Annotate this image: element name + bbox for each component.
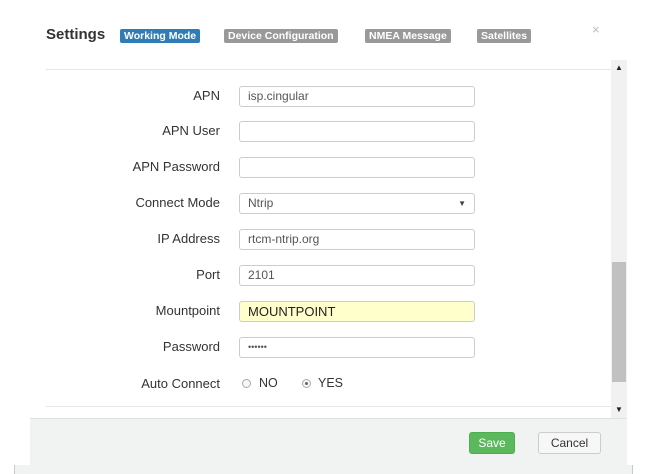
ip-address-label: IP Address <box>157 231 220 246</box>
port-label: Port <box>196 267 220 282</box>
tab-working-mode[interactable]: Working Mode <box>120 29 201 43</box>
ip-address-input[interactable]: rtcm-ntrip.org <box>239 229 475 250</box>
auto-connect-no-label: NO <box>259 376 278 390</box>
password-input[interactable]: •••••• <box>239 337 475 358</box>
save-button[interactable]: Save <box>469 432 515 454</box>
settings-form: APN isp.cingular APN User APN Password C… <box>46 60 611 418</box>
divider <box>46 406 611 407</box>
tab-satellites[interactable]: Satellites <box>477 29 532 43</box>
auto-connect-label: Auto Connect <box>141 376 220 391</box>
dialog-title: Settings <box>46 26 106 43</box>
tab-nmea-message[interactable]: NMEA Message <box>365 29 451 43</box>
close-icon[interactable]: × <box>592 22 600 37</box>
mountpoint-input[interactable]: MOUNTPOINT <box>239 301 475 322</box>
scrollbar[interactable]: ▲ ▼ <box>611 60 627 418</box>
dialog-header: Settings Working Mode Device Configurati… <box>14 0 633 60</box>
apn-user-input[interactable] <box>239 121 475 142</box>
apn-user-label: APN User <box>162 123 220 138</box>
tab-device-configuration[interactable]: Device Configuration <box>224 29 338 43</box>
connect-mode-label: Connect Mode <box>135 195 220 210</box>
apn-password-input[interactable] <box>239 157 475 178</box>
dialog-footer: Save Cancel <box>30 418 627 466</box>
divider <box>46 69 611 70</box>
apn-input[interactable]: isp.cingular <box>239 86 475 107</box>
apn-password-label: APN Password <box>132 159 220 174</box>
connect-mode-value: Ntrip <box>248 196 274 210</box>
auto-connect-yes-label: YES <box>318 376 344 390</box>
mountpoint-label: Mountpoint <box>155 303 220 318</box>
scrollbar-thumb[interactable] <box>612 262 626 382</box>
scroll-up-icon[interactable]: ▲ <box>611 60 627 76</box>
cancel-button[interactable]: Cancel <box>538 432 601 454</box>
settings-dialog: Settings Working Mode Device Configurati… <box>14 0 633 466</box>
auto-connect-no-radio[interactable] <box>242 379 251 388</box>
scroll-down-icon[interactable]: ▼ <box>611 402 627 418</box>
chevron-down-icon: ▼ <box>458 199 466 208</box>
apn-label: APN <box>193 88 220 103</box>
port-input[interactable]: 2101 <box>239 265 475 286</box>
password-label: Password <box>162 339 220 354</box>
auto-connect-yes-radio[interactable] <box>302 379 311 388</box>
connect-mode-select[interactable]: Ntrip ▼ <box>239 193 475 214</box>
